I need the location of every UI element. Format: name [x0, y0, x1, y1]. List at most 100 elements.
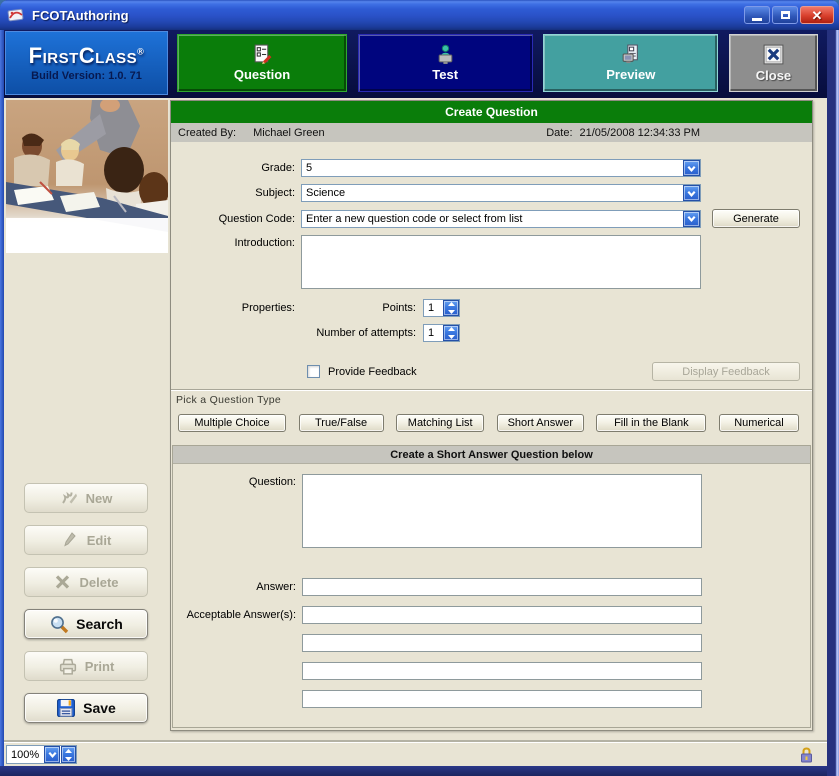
type-multiple-choice-button[interactable]: Multiple Choice	[178, 414, 286, 432]
save-label: Save	[83, 700, 116, 716]
status-bar: 100%	[4, 742, 827, 766]
registered-mark: ®	[137, 46, 144, 56]
classroom-photo	[6, 100, 168, 253]
grade-dropdown-button[interactable]	[683, 160, 700, 176]
close-box-icon	[762, 43, 785, 66]
app-icon	[7, 6, 25, 24]
subject-dropdown-button[interactable]	[683, 185, 700, 201]
print-icon	[58, 657, 78, 676]
acceptable-answers-label: Acceptable Answer(s):	[173, 609, 302, 621]
zoom-dropdown-button[interactable]	[44, 746, 60, 763]
answer-input[interactable]	[302, 578, 702, 596]
acceptable-answer-input-2[interactable]	[302, 634, 702, 652]
grade-value: 5	[302, 162, 683, 174]
provide-feedback-label: Provide Feedback	[328, 366, 417, 378]
question-type-group-label: Pick a Question Type	[171, 391, 812, 406]
attempts-stepper[interactable]: 1	[423, 324, 460, 342]
question-type-buttons: Multiple Choice True/False Matching List…	[171, 406, 812, 432]
spinner-arrows-icon	[446, 301, 457, 315]
introduction-textarea[interactable]	[301, 235, 701, 289]
subject-select[interactable]: Science	[301, 184, 701, 202]
app-window: FCOTAuthoring ✕ FirstClass® Build Versio…	[0, 0, 839, 776]
points-label: Points:	[301, 302, 423, 314]
question-form: Grade: 5 Subject: Science	[171, 142, 812, 381]
window-frame-bottom	[0, 766, 839, 776]
zoom-spin-buttons[interactable]	[61, 746, 76, 763]
spinner-arrows-icon	[446, 326, 457, 340]
type-fill-in-the-blank-button[interactable]: Fill in the Blank	[596, 414, 706, 432]
delete-label: Delete	[79, 575, 118, 590]
delete-icon	[53, 573, 72, 591]
new-icon	[60, 489, 79, 507]
attempts-spin-buttons[interactable]	[443, 325, 459, 341]
answer-label: Answer:	[173, 581, 302, 593]
grade-label: Grade:	[171, 162, 301, 174]
points-stepper[interactable]: 1	[423, 299, 460, 317]
print-label: Print	[85, 659, 115, 674]
brand-panel: FirstClass® Build Version: 1.0. 71	[5, 31, 168, 95]
short-answer-header: Create a Short Answer Question below	[173, 446, 810, 464]
test-person-icon	[435, 44, 456, 65]
display-feedback-button[interactable]: Display Feedback	[652, 362, 800, 381]
build-version: Build Version: 1.0. 71	[31, 70, 142, 82]
points-spin-buttons[interactable]	[443, 300, 459, 316]
chevron-down-icon	[686, 163, 697, 174]
introduction-label: Introduction:	[171, 235, 301, 249]
edit-button[interactable]: Edit	[24, 525, 148, 555]
delete-button[interactable]: Delete	[24, 567, 148, 597]
minimize-icon	[752, 18, 762, 21]
minimize-button[interactable]	[744, 6, 770, 24]
generate-button[interactable]: Generate	[712, 209, 800, 228]
nav-question-button[interactable]: Question	[177, 34, 347, 92]
nav-preview-button[interactable]: Preview	[543, 34, 718, 92]
nav-close-label: Close	[756, 68, 791, 83]
acceptable-answer-input-4[interactable]	[302, 690, 702, 708]
new-label: New	[86, 491, 113, 506]
meta-bar: Created By: Michael Green Date: 21/05/20…	[171, 123, 812, 142]
created-by-value: Michael Green	[253, 127, 325, 139]
question-code-value: Enter a new question code or select from…	[302, 213, 683, 225]
close-window-button[interactable]: ✕	[800, 6, 834, 24]
create-question-panel: Create Question Created By: Michael Gree…	[170, 100, 813, 731]
chevron-down-icon	[47, 749, 58, 760]
edit-label: Edit	[87, 533, 112, 548]
grade-select[interactable]: 5	[301, 159, 701, 177]
maximize-icon	[781, 11, 790, 19]
print-button[interactable]: Print	[24, 651, 148, 681]
edit-icon	[61, 531, 80, 549]
section-title-bar: Create Question	[171, 101, 812, 123]
nav-question-label: Question	[234, 67, 290, 82]
nav-close-button[interactable]: Close	[729, 34, 818, 92]
zoom-control[interactable]: 100%	[6, 745, 77, 764]
acceptable-answer-input-3[interactable]	[302, 662, 702, 680]
question-textarea[interactable]	[302, 474, 702, 548]
window-frame-right	[827, 30, 839, 776]
points-value: 1	[424, 302, 443, 314]
main-nav: Question Test	[169, 30, 827, 98]
date-label: Date:	[546, 127, 572, 139]
acceptable-answer-input-1[interactable]	[302, 606, 702, 624]
question-code-dropdown-button[interactable]	[683, 211, 700, 227]
type-matching-list-button[interactable]: Matching List	[396, 414, 484, 432]
save-button[interactable]: Save	[24, 693, 148, 723]
attempts-value: 1	[424, 327, 443, 339]
created-by-label: Created By:	[178, 127, 236, 139]
nav-test-label: Test	[432, 67, 458, 82]
attempts-label: Number of attempts:	[301, 327, 423, 339]
subject-label: Subject:	[171, 187, 301, 199]
question-code-label: Question Code:	[171, 213, 301, 225]
properties-label: Properties:	[171, 302, 301, 314]
search-button[interactable]: Search	[24, 609, 148, 639]
question-code-select[interactable]: Enter a new question code or select from…	[301, 210, 701, 228]
nav-test-button[interactable]: Test	[358, 34, 533, 92]
new-button[interactable]: New	[24, 483, 148, 513]
chevron-down-icon	[686, 213, 697, 224]
type-short-answer-button[interactable]: Short Answer	[497, 414, 584, 432]
maximize-button[interactable]	[772, 6, 798, 24]
brand-logo: FirstClass®	[29, 45, 145, 67]
provide-feedback-checkbox[interactable]	[307, 365, 320, 378]
type-true-false-button[interactable]: True/False	[299, 414, 384, 432]
search-label: Search	[76, 616, 123, 632]
type-numerical-button[interactable]: Numerical	[719, 414, 799, 432]
question-label: Question:	[173, 474, 302, 488]
